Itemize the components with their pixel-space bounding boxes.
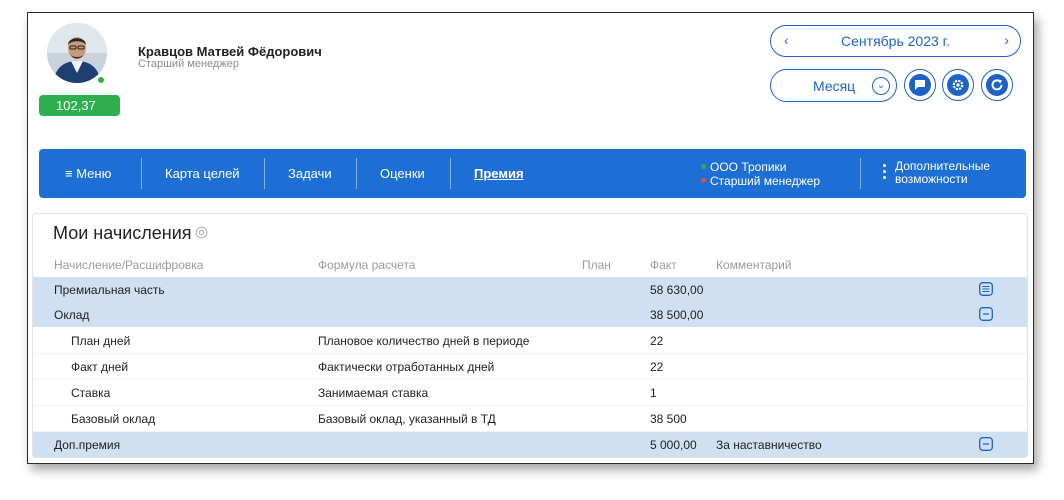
table-row: Факт дней Фактически отработанных дней 2…: [33, 354, 1027, 380]
organization-name: ООО Тропики: [710, 160, 787, 174]
column-header-formula: Формула расчета: [318, 258, 416, 272]
organization-info: ООО Тропики Старший менеджер: [701, 160, 820, 188]
user-role: Старший менеджер: [138, 58, 239, 70]
refresh-icon: [991, 79, 1003, 91]
row-fact: 1: [650, 386, 657, 400]
collapse-icon[interactable]: [979, 437, 993, 451]
nav-divider: [450, 158, 451, 189]
table-row[interactable]: Оклад 38 500,00: [33, 302, 1027, 327]
tab-bonus[interactable]: Премия: [474, 166, 524, 181]
row-name: Факт дней: [71, 360, 129, 374]
table-row: Ставка Занимаемая ставка 1: [33, 380, 1027, 406]
refresh-button[interactable]: [981, 69, 1013, 101]
list-icon[interactable]: [979, 282, 993, 296]
table-row: Базовый оклад Базовый оклад, указанный в…: [33, 406, 1027, 432]
chat-button[interactable]: [904, 69, 936, 101]
row-name: Оклад: [54, 308, 90, 322]
row-name: Базовый оклад: [71, 412, 156, 426]
row-name: Доп.премия: [54, 438, 121, 452]
chat-icon: [915, 80, 925, 90]
row-fact: 22: [650, 334, 664, 348]
view-mode-value: Месяц: [813, 78, 856, 94]
row-fact: 5 000,00: [650, 438, 697, 452]
position-status-dot: [701, 178, 706, 183]
tab-goals-map[interactable]: Карта целей: [165, 166, 240, 181]
tab-tasks[interactable]: Задачи: [288, 166, 332, 181]
kebab-menu-icon: [883, 164, 886, 182]
row-fact: 22: [650, 360, 664, 374]
menu-button[interactable]: ≡ Меню: [65, 166, 111, 181]
period-selector: ‹ Сентябрь 2023 г. ›: [770, 25, 1021, 57]
row-fact: 38 500: [650, 412, 687, 426]
info-gear-icon[interactable]: [195, 226, 208, 239]
period-label: Сентябрь 2023 г.: [841, 33, 950, 49]
column-header-name: Начисление/Расшифровка: [54, 258, 204, 272]
table-row[interactable]: Премиальная часть 58 630,00: [33, 277, 1027, 302]
position-name: Старший менеджер: [710, 174, 821, 188]
column-header-plan: План: [582, 258, 611, 272]
nav-divider: [356, 158, 357, 189]
row-formula: Занимаемая ставка: [318, 386, 429, 400]
row-name: План дней: [71, 334, 131, 348]
settings-button[interactable]: [942, 69, 974, 101]
app-window: 102,37 Кравцов Матвей Фёдорович Старший …: [27, 12, 1034, 464]
extra-options-label-line2: возможности: [895, 172, 968, 186]
row-name: Премиальная часть: [54, 283, 165, 297]
column-header-fact: Факт: [650, 258, 677, 272]
column-header-comment: Комментарий: [716, 258, 792, 272]
nav-divider: [264, 158, 265, 189]
org-status-dot: [701, 164, 706, 169]
accruals-card: Мои начисления Начисление/Расшифровка Фо…: [32, 213, 1028, 458]
main-navbar: ≡ Меню Карта целей Задачи Оценки Премия …: [39, 149, 1026, 198]
table-row[interactable]: Доп.премия 5 000,00 За наставничество: [33, 432, 1027, 457]
page-title: Мои начисления: [53, 223, 192, 243]
nav-divider: [141, 158, 142, 189]
table-row: План дней Плановое количество дней в пер…: [33, 328, 1027, 354]
row-fact: 38 500,00: [650, 308, 704, 322]
view-mode-select[interactable]: Месяц ⌄: [770, 69, 897, 102]
row-fact: 58 630,00: [650, 283, 704, 297]
row-formula: Плановое количество дней в периоде: [318, 334, 530, 348]
tab-ratings[interactable]: Оценки: [380, 166, 425, 181]
row-formula: Фактически отработанных дней: [318, 360, 495, 374]
row-formula: Базовый оклад, указанный в ТД: [318, 412, 496, 426]
gear-icon: [952, 79, 964, 91]
row-comment: За наставничество: [716, 438, 822, 452]
score-badge: 102,37: [39, 95, 120, 116]
user-name: Кравцов Матвей Фёдорович: [138, 44, 322, 59]
extra-options-button[interactable]: Дополнительные возможности: [883, 160, 990, 186]
row-name: Ставка: [71, 386, 111, 400]
chevron-down-icon: ⌄: [872, 77, 890, 95]
next-period-button[interactable]: ›: [1004, 32, 1009, 48]
collapse-icon[interactable]: [979, 307, 993, 321]
avatar[interactable]: [47, 23, 107, 83]
online-status-dot: [96, 75, 106, 85]
nav-divider: [860, 158, 861, 189]
